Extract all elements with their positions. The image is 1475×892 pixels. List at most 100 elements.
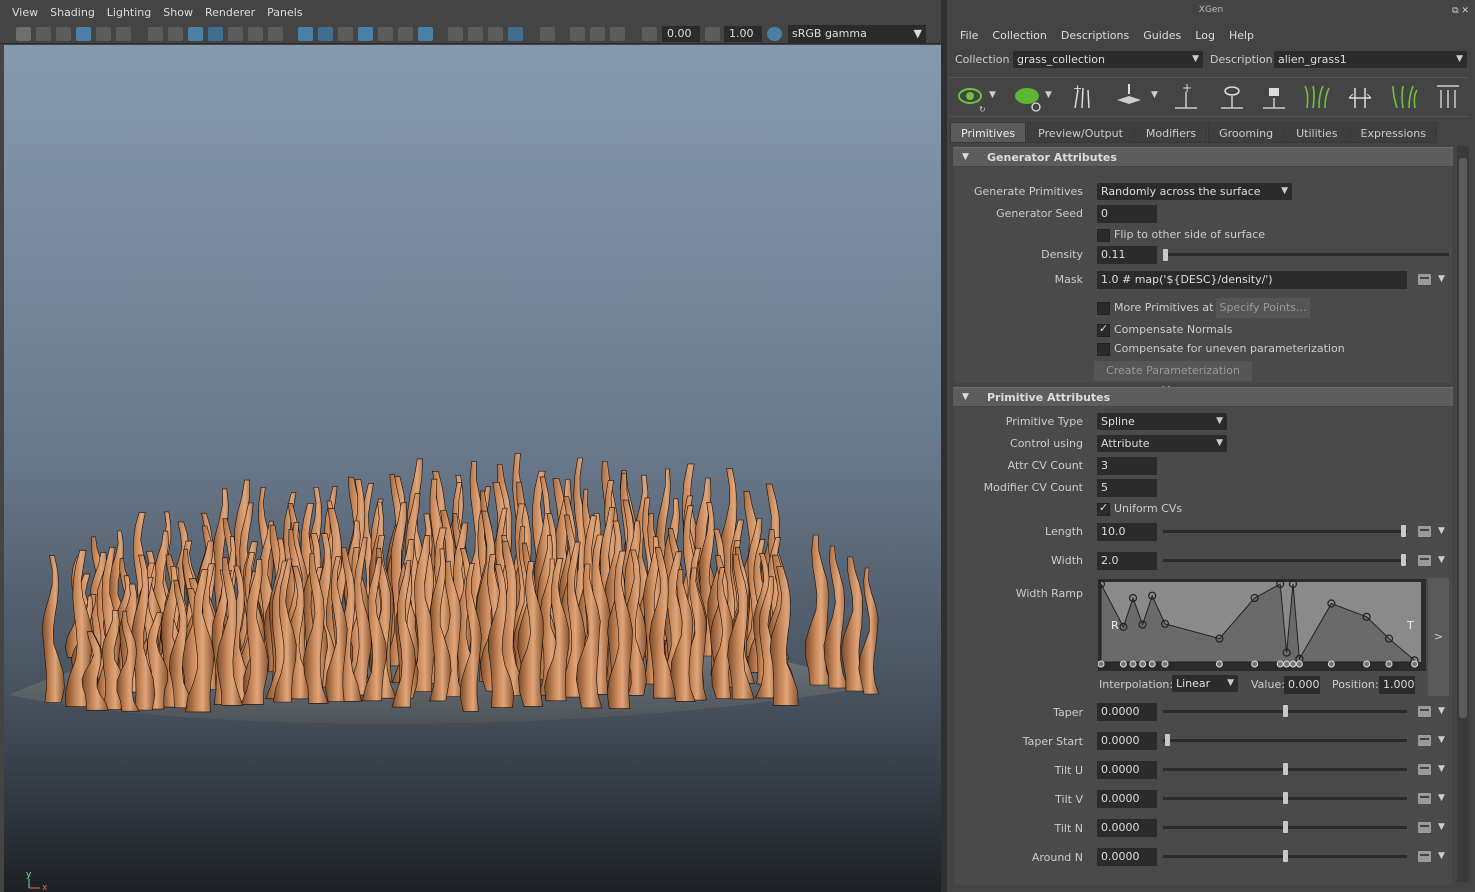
- ramp-position-marker[interactable]: [1148, 660, 1156, 668]
- menu-log[interactable]: Log: [1188, 27, 1222, 45]
- width-slider-track[interactable]: [1163, 559, 1407, 562]
- resolution-gate-icon[interactable]: [188, 27, 203, 41]
- tilt-n-slider-handle[interactable]: [1283, 821, 1288, 833]
- scrollbar-thumb[interactable]: [1459, 158, 1467, 718]
- guide-visibility-icon[interactable]: [1217, 82, 1247, 112]
- menu-descriptions[interactable]: Descriptions: [1054, 27, 1136, 45]
- compensate-normals-checkbox[interactable]: [1097, 322, 1110, 337]
- modifier-cv-count-field[interactable]: 5: [1097, 479, 1157, 497]
- motion-blur-icon[interactable]: [468, 27, 483, 41]
- add-guide-icon[interactable]: +: [1171, 82, 1201, 112]
- tab-grooming[interactable]: Grooming: [1208, 122, 1285, 143]
- collection-dropdown[interactable]: grass_collection ▼: [1013, 51, 1203, 68]
- wireframe-on-shaded-icon[interactable]: [358, 27, 373, 41]
- map-editor-icon[interactable]: [1418, 822, 1431, 833]
- select-guides-icon[interactable]: [1115, 82, 1145, 112]
- map-editor-icon[interactable]: [1418, 851, 1431, 862]
- grid-icon[interactable]: [148, 27, 163, 41]
- menu-file[interactable]: File: [953, 27, 985, 45]
- safe-title-icon[interactable]: [268, 27, 283, 41]
- image-plane-icon[interactable]: [76, 27, 91, 41]
- rebuild-guides-icon[interactable]: [1301, 82, 1331, 112]
- camera-attributes-icon[interactable]: [36, 27, 51, 41]
- field-chart-icon[interactable]: [228, 27, 243, 41]
- ramp-position-marker[interactable]: [1289, 660, 1297, 668]
- specify-points-button[interactable]: Specify Points...: [1216, 298, 1310, 318]
- map-editor-icon[interactable]: [1418, 706, 1431, 717]
- more-primitives-checkbox[interactable]: [1097, 302, 1110, 315]
- uniform-cvs-checkbox[interactable]: [1097, 501, 1110, 516]
- density-slider-track[interactable]: [1163, 253, 1449, 256]
- generator-seed-field[interactable]: 0: [1097, 205, 1157, 223]
- smooth-shade-icon[interactable]: [318, 27, 333, 41]
- xray-joints-icon[interactable]: [590, 27, 605, 41]
- tilt-v-field[interactable]: 0.0000: [1097, 790, 1157, 808]
- ramp-position-marker[interactable]: [1283, 660, 1291, 668]
- menu-renderer[interactable]: Renderer: [199, 6, 261, 19]
- chevron-down-icon[interactable]: ▼: [989, 90, 996, 100]
- color-management-icon[interactable]: [767, 27, 782, 41]
- map-editor-icon[interactable]: [1418, 555, 1431, 566]
- map-editor-icon[interactable]: [1418, 793, 1431, 804]
- tilt-n-field[interactable]: 0.0000: [1097, 819, 1157, 837]
- menu-guides[interactable]: Guides: [1136, 27, 1188, 45]
- 3d-viewport[interactable]: y x: [4, 45, 941, 892]
- ramp-position-marker[interactable]: [1251, 660, 1259, 668]
- bookmark-icon[interactable]: [56, 27, 71, 41]
- lights-icon[interactable]: [398, 27, 413, 41]
- mask-expression-field[interactable]: 1.0 # map('${DESC}/density/'): [1097, 271, 1407, 289]
- wireframe-icon[interactable]: [298, 27, 313, 41]
- map-editor-icon[interactable]: [1418, 274, 1431, 285]
- map-editor-icon[interactable]: [1418, 735, 1431, 746]
- select-camera-icon[interactable]: [16, 27, 31, 41]
- chevron-down-icon[interactable]: ▼: [1438, 851, 1445, 861]
- length-slider-handle[interactable]: [1401, 525, 1406, 537]
- chevron-down-icon[interactable]: ▼: [1438, 764, 1445, 774]
- film-gate-icon[interactable]: [168, 27, 183, 41]
- taper-start-slider-track[interactable]: [1163, 739, 1407, 742]
- lock-guides-icon[interactable]: [1259, 82, 1289, 112]
- ramp-value-field[interactable]: 0.000: [1284, 676, 1320, 694]
- ramp-position-field[interactable]: 1.000: [1379, 676, 1415, 694]
- tilt-u-slider-handle[interactable]: [1283, 763, 1288, 775]
- chevron-down-icon[interactable]: ▼: [1438, 706, 1445, 716]
- menu-panels[interactable]: Panels: [261, 6, 308, 19]
- tilt-u-field[interactable]: 0.0000: [1097, 761, 1157, 779]
- chevron-down-icon[interactable]: ▼: [1438, 735, 1445, 745]
- grease-pencil-icon[interactable]: [116, 27, 131, 41]
- ramp-position-marker[interactable]: [1215, 660, 1223, 668]
- 2d-pan-zoom-icon[interactable]: [96, 27, 111, 41]
- create-parameterization-map-button[interactable]: Create Parameterization Map: [1094, 361, 1252, 397]
- vertical-scrollbar[interactable]: [1457, 146, 1469, 882]
- tab-preview-output[interactable]: Preview/Output: [1027, 122, 1134, 143]
- screen-space-ao-icon[interactable]: [448, 27, 463, 41]
- width-slider-handle[interactable]: [1401, 554, 1406, 566]
- exposure-field[interactable]: 0.00: [662, 26, 700, 42]
- chevron-down-icon[interactable]: ▼: [1438, 793, 1445, 803]
- compensate-uneven-checkbox[interactable]: [1097, 343, 1110, 356]
- map-editor-icon[interactable]: [1418, 526, 1431, 537]
- ramp-position-marker[interactable]: [1119, 660, 1127, 668]
- attr-cv-count-field[interactable]: 3: [1097, 457, 1157, 475]
- safe-action-icon[interactable]: [248, 27, 263, 41]
- ramp-position-marker[interactable]: [1139, 660, 1147, 668]
- chevron-down-icon[interactable]: ▼: [1438, 822, 1445, 832]
- density-field[interactable]: 0.11: [1097, 246, 1157, 264]
- xray-icon[interactable]: [570, 27, 585, 41]
- normalize-guides-icon[interactable]: [1345, 82, 1375, 112]
- gamma-field[interactable]: 1.00: [724, 26, 762, 42]
- ramp-position-marker[interactable]: [1129, 660, 1137, 668]
- clear-preview-icon[interactable]: [1013, 82, 1043, 112]
- depth-of-field-icon[interactable]: [508, 27, 523, 41]
- interpolation-dropdown[interactable]: Linear ▼: [1172, 675, 1238, 692]
- taper-start-field[interactable]: 0.0000: [1097, 732, 1157, 750]
- ramp-position-marker[interactable]: [1363, 660, 1371, 668]
- isolate-select-icon[interactable]: [540, 27, 555, 41]
- menu-view[interactable]: View: [6, 6, 44, 19]
- taper-start-slider-handle[interactable]: [1165, 734, 1170, 746]
- ramp-position-marker[interactable]: [1098, 660, 1105, 668]
- ramp-position-marker[interactable]: [1161, 660, 1169, 668]
- window-controls[interactable]: ⧉ ✕: [1452, 6, 1469, 16]
- tab-utilities[interactable]: Utilities: [1285, 122, 1349, 143]
- width-ramp-editor[interactable]: R T: [1098, 579, 1426, 671]
